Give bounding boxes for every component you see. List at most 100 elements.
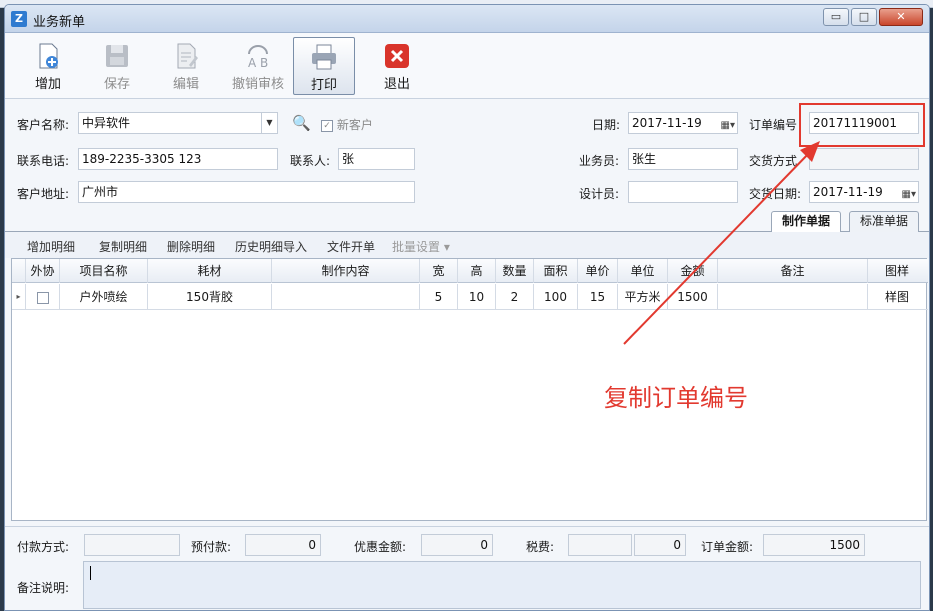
edit-button[interactable]: 编辑 [155,37,217,95]
column-header[interactable]: 项目名称 [60,259,148,283]
search-icon[interactable]: 🔍 [292,114,311,132]
annotation-text: 复制订单编号 [604,384,748,412]
column-header[interactable]: 单位 [618,259,668,283]
prepaid-label: 预付款: [191,540,232,554]
save-button[interactable]: 保存 [86,37,148,95]
table-cell[interactable]: 1500 [668,284,718,310]
tab-strip: 制作单据 标准单据 [5,209,929,232]
payment-method-label: 付款方式: [17,540,70,554]
title-bar: Z 业务新单 ▭ □ ✕ [5,5,929,33]
order-number-label: 订单编号 [749,118,798,132]
phone-label: 联系电话: [17,154,70,168]
table-cell[interactable]: 2 [496,284,534,310]
add-button[interactable]: 增加 [17,37,79,95]
import-history-detail-button[interactable]: 历史明细导入 [235,238,307,255]
customer-name-combo[interactable]: 中异软件 ▼ [78,112,278,134]
date-picker[interactable]: 2017-11-19 ▦▾ [628,112,738,134]
column-header[interactable]: 面积 [534,259,578,283]
delivery-method-label: 交货方式 [749,154,798,168]
column-header[interactable]: 耗材 [148,259,272,283]
new-customer-checkbox[interactable]: ✓ 新客户 [321,116,373,133]
detail-grid: 外协 项目名称 耗材 制作内容 宽 高 数量 面积 单价 单位 金额 备注 图样… [11,258,928,521]
tab-production-order[interactable]: 制作单据 [771,211,842,232]
table-cell[interactable]: 10 [458,284,496,310]
edit-document-icon [177,43,198,69]
text-caret [90,566,91,580]
column-header[interactable]: 备注 [718,259,868,283]
order-amount-field[interactable]: 1500 [763,534,865,556]
table-cell[interactable]: 100 [534,284,578,310]
close-button[interactable]: ✕ [879,8,923,26]
table-cell[interactable] [718,284,868,310]
order-number-highlight [799,103,925,147]
column-header[interactable]: 宽 [420,259,458,283]
table-row[interactable]: ▸ 户外喷绘 150背胶 5 10 2 100 15 平方米 1500 样图 [12,284,928,310]
app-logo-icon: Z [11,11,27,27]
tab-standard-order[interactable]: 标准单据 [849,211,920,232]
memo-label: 备注说明: [17,581,70,595]
add-document-icon [39,43,58,69]
table-cell[interactable] [272,284,420,310]
maximize-button[interactable]: □ [851,8,877,26]
delivery-date-label: 交货日期: [749,187,802,201]
order-amount-label: 订单金额: [701,540,754,554]
column-header[interactable]: 数量 [496,259,534,283]
grid-header: 外协 项目名称 耗材 制作内容 宽 高 数量 面积 单价 单位 金额 备注 图样 [12,259,928,283]
salesman-field[interactable]: 张生 [628,148,738,170]
tax-field[interactable]: 0 [634,534,686,556]
batch-settings-button[interactable]: 批量设置 ▾ [392,238,450,255]
table-cell[interactable]: 5 [420,284,458,310]
delete-detail-button[interactable]: 删除明细 [167,238,215,255]
contact-label: 联系人: [290,154,331,168]
memo-textarea[interactable] [83,561,921,609]
tax-label: 税费: [526,540,555,554]
outsource-checkbox[interactable] [26,284,60,310]
contact-field[interactable]: 张 [338,148,415,170]
column-header[interactable]: 金额 [668,259,718,283]
designer-label: 设计员: [579,187,620,201]
salesman-label: 业务员: [579,154,620,168]
main-toolbar: 增加 保存 编辑 A B 撤销审核 打印 退出 [5,33,929,99]
table-cell[interactable]: 平方米 [618,284,668,310]
discount-label: 优惠金额: [354,540,407,554]
prepaid-field[interactable]: 0 [245,534,321,556]
delivery-method-field[interactable] [809,148,919,170]
discount-field[interactable]: 0 [421,534,493,556]
exit-x-icon [385,44,409,68]
payment-method-field[interactable] [84,534,180,556]
footer-panel: 付款方式: 预付款: 0 优惠金额: 0 税费: 0 订单金额: 1500 备注… [5,526,929,610]
tax-rate-field[interactable] [568,534,632,556]
floppy-disk-icon [106,45,128,67]
table-cell[interactable]: 150背胶 [148,284,272,310]
svg-text:A: A [248,56,257,70]
detail-toolbar: 增加明细 复制明细 删除明细 历史明细导入 文件开单 批量设置 ▾ [5,232,929,258]
file-order-button[interactable]: 文件开单 [327,238,375,255]
table-cell[interactable]: 样图 [868,284,926,310]
undo-review-button[interactable]: A B 撤销审核 [227,37,289,95]
column-header[interactable]: 外协 [26,259,60,283]
window-title: 业务新单 [33,15,86,30]
designer-field[interactable] [628,181,738,203]
add-detail-button[interactable]: 增加明细 [27,238,75,255]
column-header[interactable]: 图样 [868,259,926,283]
chevron-down-icon[interactable]: ▼ [261,113,277,133]
column-header[interactable]: 制作内容 [272,259,420,283]
address-label: 客户地址: [17,187,70,201]
column-header[interactable]: 高 [458,259,496,283]
calendar-icon[interactable]: ▦▾ [721,116,735,136]
exit-button[interactable]: 退出 [366,37,428,95]
table-cell[interactable]: 15 [578,284,618,310]
minimize-button[interactable]: ▭ [823,8,849,26]
customer-name-label: 客户名称: [17,118,70,132]
column-header[interactable]: 单价 [578,259,618,283]
date-label: 日期: [592,118,621,132]
undo-review-icon: A B [248,45,268,70]
row-indicator-header [12,259,26,283]
table-cell[interactable]: 户外喷绘 [60,284,148,310]
print-button[interactable]: 打印 [293,37,355,95]
phone-field[interactable]: 189-2235-3305 123 [78,148,278,170]
calendar-icon[interactable]: ▦▾ [902,185,916,205]
address-field[interactable]: 广州市 [78,181,415,203]
copy-detail-button[interactable]: 复制明细 [99,238,147,255]
delivery-date-picker[interactable]: 2017-11-19 ▦▾ [809,181,919,203]
